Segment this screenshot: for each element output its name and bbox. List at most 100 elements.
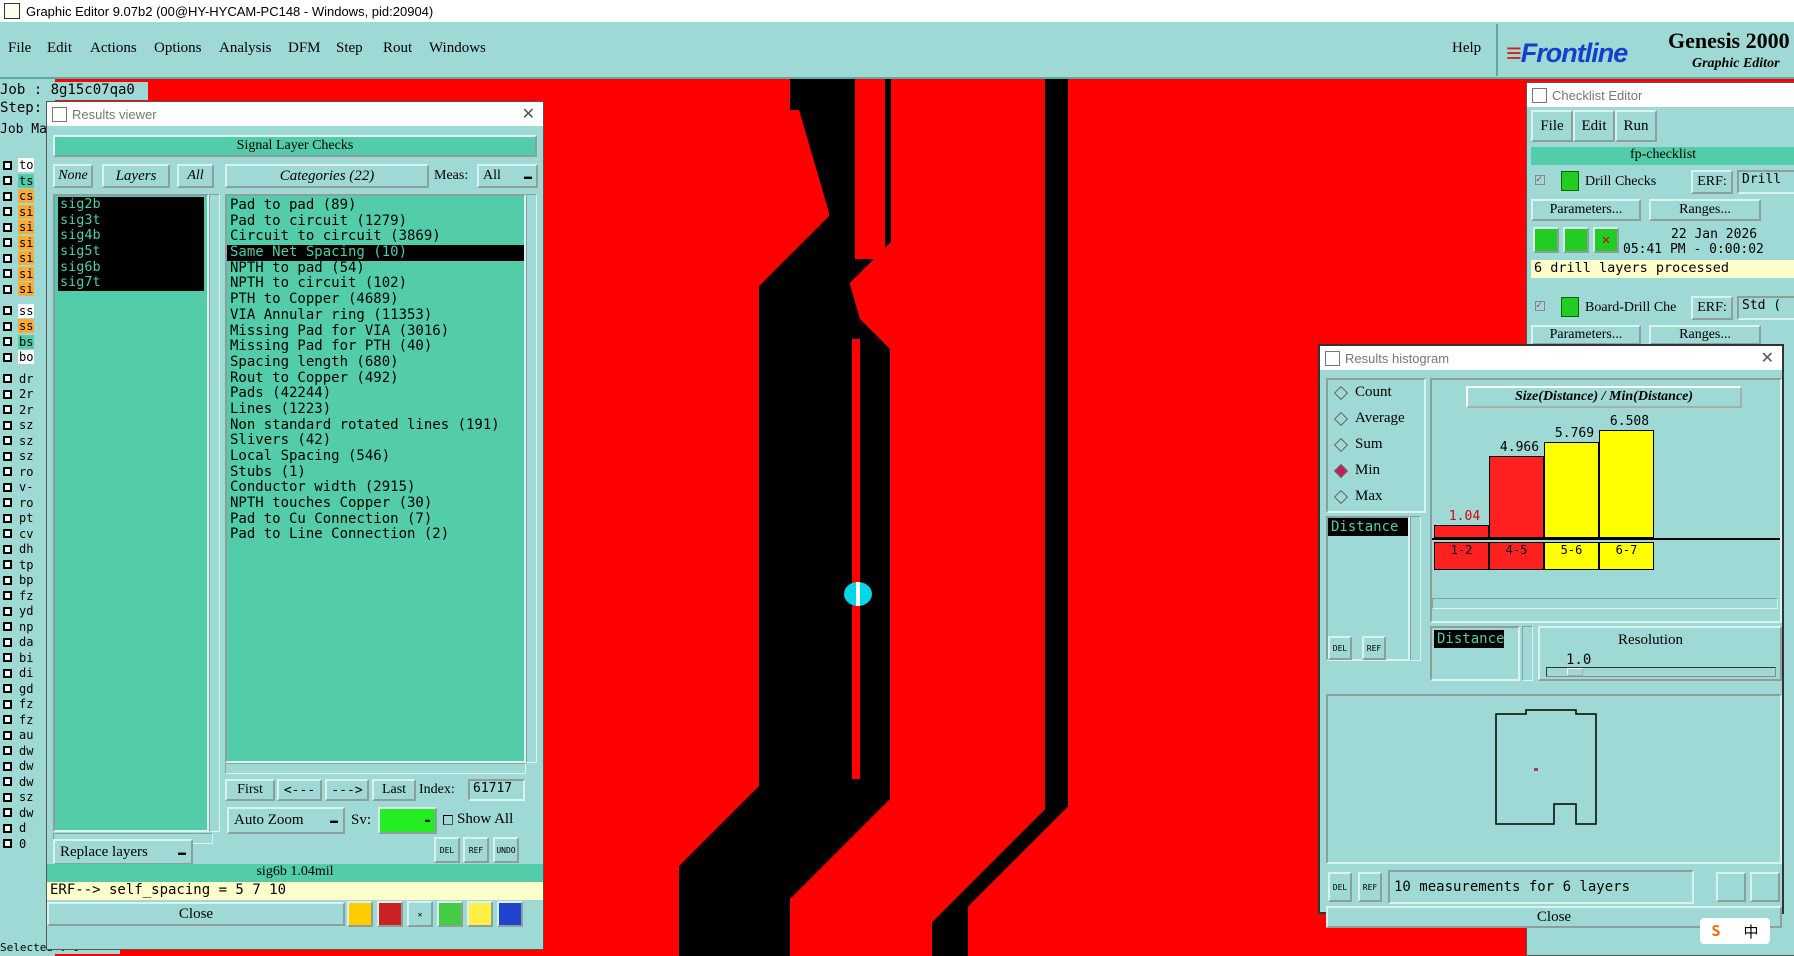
layer-checkbox[interactable] [3,730,12,740]
layer-checkbox[interactable] [3,560,12,569]
category-hscroll[interactable] [225,763,526,774]
drill-erf-value[interactable]: Drill [1737,170,1794,194]
category-item[interactable]: Pad to circuit (1279) [227,213,524,230]
category-item[interactable]: Slivers (42) [227,433,524,449]
layer-checkbox[interactable] [3,513,12,523]
layer-checkbox[interactable] [3,352,12,362]
categories-button[interactable]: Categories (22) [225,164,429,188]
layer-checkbox[interactable] [3,191,12,201]
menu-options[interactable]: Options [154,40,202,57]
histogram-bar[interactable] [1544,442,1599,538]
checklist-menu-edit[interactable]: Edit [1573,110,1615,142]
layer-checkbox[interactable] [3,498,12,507]
category-item[interactable]: Non standard rotated lines (191) [227,417,524,434]
notes-icon[interactable] [467,901,493,927]
layer-checkbox[interactable] [3,160,12,170]
menu-analysis[interactable]: Analysis [219,40,272,57]
layer-checkbox[interactable] [3,715,12,724]
layer-checkbox[interactable] [3,746,12,755]
number-icon[interactable] [437,901,463,927]
replace-layers-dropdown[interactable]: Replace layers ▬ [53,839,193,865]
index-input[interactable]: 61717 [468,779,525,801]
undo-button[interactable]: UNDO [493,837,519,863]
histogram-range-label[interactable]: 4-5 [1489,542,1544,570]
ref-button[interactable]: REF [463,837,489,863]
histogram-icon[interactable] [497,901,523,927]
close-icon[interactable]: ✕ [522,104,535,124]
layer-list-vscroll[interactable] [209,194,220,832]
layer-item[interactable]: sig6b [58,259,204,276]
show-all-checkbox[interactable] [443,815,453,825]
option-min[interactable]: Min [1333,462,1380,479]
next-button[interactable]: ---> [325,779,369,801]
category-item[interactable]: Spacing length (680) [227,354,524,371]
layer-checkbox[interactable] [3,839,12,848]
none-button[interactable]: None [53,164,93,188]
checklist-menu-file[interactable]: File [1531,110,1573,142]
layer-checkbox[interactable] [3,761,12,771]
layer-item[interactable]: sig3t [58,212,204,229]
hist-ref-button[interactable]: REF [1362,636,1386,660]
distance-vscroll[interactable] [1522,626,1533,681]
layer-item[interactable]: sig2b [58,197,204,213]
layer-checkbox[interactable] [3,176,12,185]
layer-checkbox[interactable] [3,684,12,693]
layer-checkbox[interactable] [3,637,12,647]
del-button[interactable]: DEL [434,837,460,863]
layer-checkbox[interactable] [3,653,12,662]
resolution-slider-thumb[interactable] [1567,668,1583,676]
run-check-icon[interactable] [1563,227,1589,253]
auto-zoom-dropdown[interactable]: Auto Zoom ▬ [227,807,345,834]
category-item[interactable]: Stubs (1) [227,464,524,481]
prev-button[interactable]: <--- [277,779,322,801]
menu-file[interactable]: File [8,40,31,57]
board-drill-parameters-button[interactable]: Parameters... [1531,325,1641,345]
layer-checkbox[interactable] [3,777,12,786]
layer-checkbox[interactable] [3,699,12,709]
layer-checkbox[interactable] [3,222,12,232]
layer-checkbox[interactable] [3,405,12,414]
layer-checkbox[interactable] [3,591,12,600]
category-item[interactable]: NPTH to circuit (102) [227,276,524,292]
drill-check-toggle[interactable]: ✓ [1535,175,1545,185]
layer-checkbox[interactable] [3,436,12,445]
histogram-range-label[interactable]: 5-6 [1544,542,1599,570]
board-drill-ranges-button[interactable]: Ranges... [1649,325,1761,345]
checklist-menu-run[interactable]: Run [1615,110,1657,142]
layer-checkbox[interactable] [3,207,12,216]
layer-checkbox[interactable] [3,808,12,817]
layer-checkbox[interactable] [3,374,12,383]
report-icon[interactable] [377,901,403,927]
layer-checkbox[interactable] [3,321,12,331]
stop-check-icon[interactable]: ✕ [1593,227,1619,253]
tool-x-icon[interactable]: ✕ [407,901,433,927]
histogram-range-label[interactable]: 1-2 [1434,542,1489,570]
layer-listbox[interactable]: sig2b sig3t sig4b sig5t sig6b sig7t [53,194,209,832]
category-item[interactable]: Lines (1223) [227,401,524,418]
option-average[interactable]: Average [1333,410,1405,427]
category-item[interactable]: Conductor width (2915) [227,480,524,496]
option-count[interactable]: Count [1333,384,1392,401]
category-vscroll[interactable] [526,194,537,763]
category-item[interactable]: Same Net Spacing (10) [227,244,524,261]
layer-checkbox[interactable] [3,823,12,833]
layer-checkbox[interactable] [3,269,12,278]
category-listbox[interactable]: Pad to pad (89) Pad to circuit (1279) Circ… [225,194,526,763]
layer-item[interactable]: sig4b [58,228,204,245]
layer-checkbox[interactable] [3,622,12,631]
category-item[interactable]: NPTH to pad (54) [227,260,524,277]
menu-dfm[interactable]: DFM [288,40,321,57]
histogram-bar[interactable] [1489,456,1544,538]
category-item[interactable]: Circuit to circuit (3869) [227,229,524,245]
menu-rout[interactable]: Rout [383,40,412,57]
layer-checkbox[interactable] [3,337,12,346]
layer-checkbox[interactable] [3,238,12,247]
run-check-icon[interactable] [1533,227,1559,253]
measure-item-distance[interactable]: Distance [1328,518,1408,536]
last-button[interactable]: Last [372,779,416,801]
menu-actions[interactable]: Actions [90,40,137,57]
layer-checkbox[interactable] [3,668,12,678]
layer-checkbox[interactable] [3,467,12,476]
category-item[interactable]: VIA Annular ring (11353) [227,307,524,324]
meas-dropdown[interactable]: All ▬ [477,164,538,188]
